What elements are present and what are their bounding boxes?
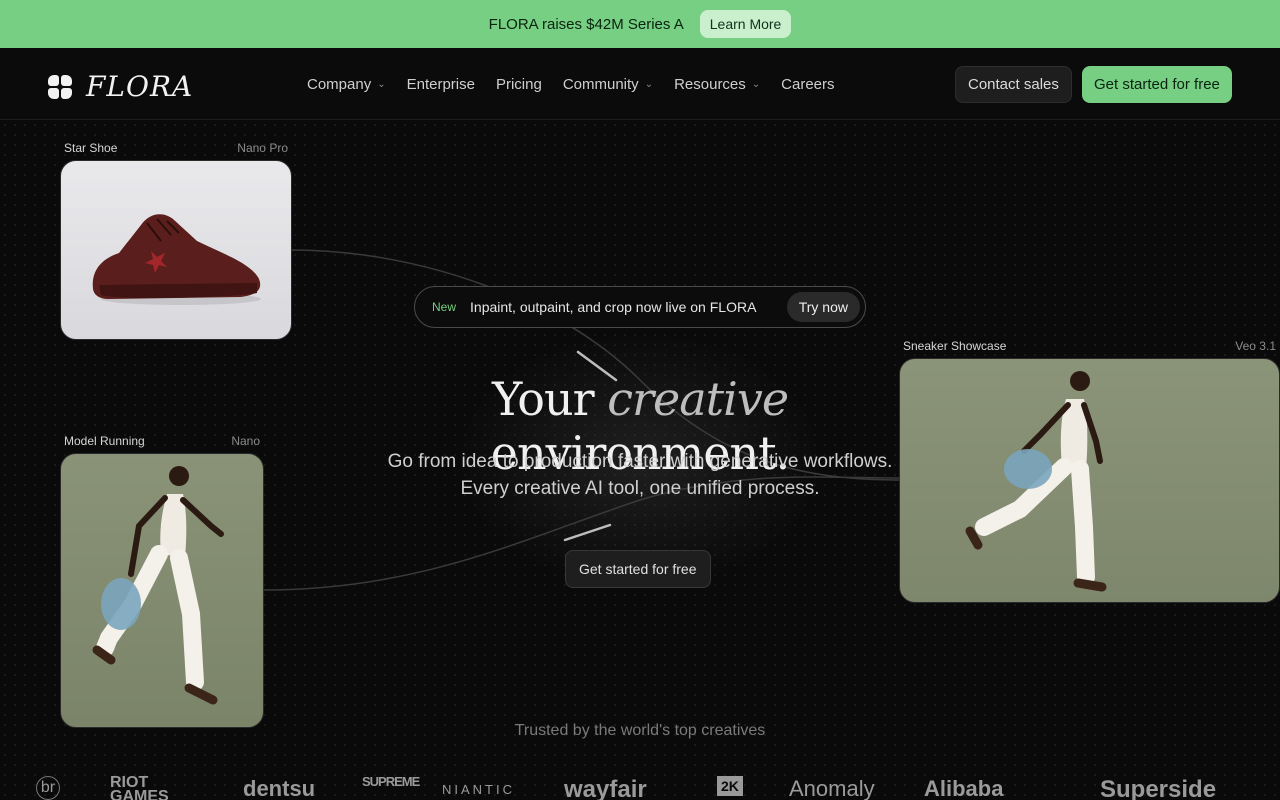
feature-announcement-text: Inpaint, outpaint, and crop now live on … (470, 299, 757, 315)
card-model: Veo 3.1 (1235, 339, 1276, 353)
client-logo: SUPREME (362, 774, 420, 789)
card-label-sneaker-showcase: Sneaker Showcase Veo 3.1 (903, 339, 1276, 353)
subtitle-line: Every creative AI tool, one unified proc… (460, 478, 820, 499)
runner-image (92, 466, 224, 705)
try-now-button[interactable]: Try now (786, 292, 860, 322)
card-title: Star Shoe (64, 141, 118, 155)
card-model: Nano (231, 434, 260, 448)
feature-announcement-pill[interactable]: New Inpaint, outpaint, and crop now live… (414, 286, 866, 328)
new-badge: New (432, 300, 457, 314)
card-label-model-running: Model Running Nano (64, 434, 260, 448)
client-logo: br (36, 776, 60, 800)
client-logo: Superside (1100, 776, 1217, 800)
card-model-running[interactable] (60, 453, 264, 728)
card-star-shoe[interactable] (60, 160, 292, 340)
card-title: Sneaker Showcase (903, 339, 1007, 353)
shoe-image (92, 214, 261, 305)
subtitle-line: Go from idea to production faster with g… (387, 451, 893, 472)
hero-get-started-button[interactable]: Get started for free (565, 550, 711, 588)
headline-part: Your (491, 372, 595, 426)
client-logo: 2K (717, 776, 743, 796)
card-title: Model Running (64, 434, 145, 448)
client-logos-strip: br RIOT GAMES dentsu SUPREME NIANTIC way… (0, 772, 1280, 800)
client-logo: Alibaba (924, 776, 1004, 800)
card-label-star-shoe: Star Shoe Nano Pro (64, 141, 288, 155)
hero-subtitle: Go from idea to production faster with g… (320, 448, 960, 502)
client-logo: wayfair (564, 776, 647, 800)
card-model: Nano Pro (237, 141, 288, 155)
client-logo: NIANTIC (442, 782, 515, 797)
client-logo: Anomaly (789, 776, 875, 800)
headline-emphasis: creative (607, 372, 789, 426)
trusted-label: Trusted by the world's top creatives (514, 722, 766, 739)
client-logo: RIOT GAMES (110, 774, 169, 800)
client-logo: dentsu (243, 776, 316, 800)
